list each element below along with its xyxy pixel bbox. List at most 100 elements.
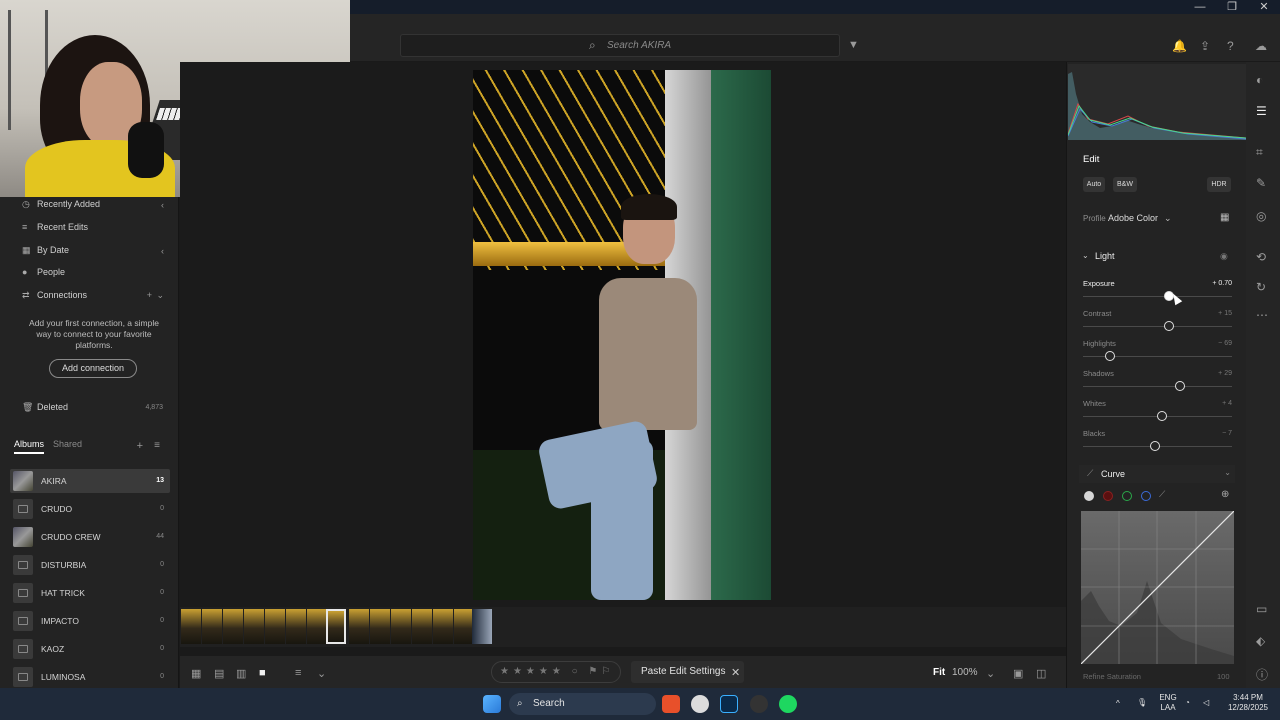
filmstrip-thumb[interactable]: [181, 609, 201, 644]
album-row[interactable]: HAT TRICK 0: [10, 581, 170, 605]
chevron-down-icon[interactable]: ⌄: [1164, 213, 1172, 224]
filmstrip-thumb[interactable]: [307, 609, 327, 644]
filmstrip-thumb[interactable]: [412, 609, 432, 644]
rating-flag-controls[interactable]: ★★★★★ ○ ⚑⚐: [491, 661, 621, 683]
add-connection-button[interactable]: Add connection: [49, 359, 137, 378]
square-grid-icon[interactable]: ▦: [191, 667, 201, 680]
sort-icon[interactable]: ≡: [295, 667, 301, 679]
slider-value[interactable]: + 0.70: [1212, 280, 1232, 287]
chevron-down-icon[interactable]: ⌄: [1224, 468, 1231, 477]
album-row[interactable]: LUMINOSA 0: [10, 665, 170, 689]
plus-icon[interactable]: +: [147, 290, 152, 300]
filmstrip-thumb[interactable]: [433, 609, 453, 644]
slider-handle[interactable]: [1164, 321, 1175, 331]
album-row[interactable]: KAOZ 0: [10, 637, 170, 661]
slider-handle[interactable]: [1104, 351, 1115, 361]
chevron-down-icon[interactable]: ⌄: [1082, 251, 1089, 260]
tone-curve-graph[interactable]: [1081, 511, 1234, 664]
chevron-left-icon[interactable]: ‹: [161, 246, 164, 256]
obs-icon[interactable]: [750, 695, 768, 713]
paste-edit-settings-button[interactable]: Paste Edit Settings: [631, 661, 744, 683]
notifications-icon[interactable]: 🔔: [1172, 39, 1187, 53]
slider-handle[interactable]: [1174, 381, 1185, 391]
album-row[interactable]: IMPACTO 0: [10, 609, 170, 633]
filmstrip-thumb[interactable]: [244, 609, 264, 644]
compare-icon[interactable]: ▥: [236, 667, 246, 680]
channel-red[interactable]: [1103, 491, 1113, 501]
taskbar-search[interactable]: ⌕ Search: [509, 693, 656, 715]
slider-track[interactable]: [1083, 296, 1232, 297]
filmstrip-thumb[interactable]: [265, 609, 285, 644]
minimize-button[interactable]: —: [1184, 0, 1216, 14]
filmstrip-thumb[interactable]: [454, 609, 474, 644]
slider-track[interactable]: [1083, 386, 1232, 387]
slider-value[interactable]: − 69: [1218, 340, 1232, 347]
edit-sliders-icon[interactable]: ☰: [1256, 104, 1267, 118]
channel-blue[interactable]: [1141, 491, 1151, 501]
auto-button[interactable]: Auto: [1083, 177, 1105, 192]
tab-shared[interactable]: Shared: [53, 439, 82, 449]
crop-icon[interactable]: ⌗: [1256, 145, 1263, 160]
tab-albums[interactable]: Albums: [14, 439, 45, 454]
album-row[interactable]: CRUDO 0: [10, 497, 170, 521]
album-row[interactable]: CRUDO CREW 44: [10, 525, 170, 549]
channel-green[interactable]: [1122, 491, 1132, 501]
close-button[interactable]: ✕: [1248, 0, 1280, 14]
windows-start-icon[interactable]: [483, 695, 501, 713]
profile-select[interactable]: Adobe Color: [1108, 213, 1158, 223]
hdr-button[interactable]: HDR: [1207, 177, 1231, 192]
nav-by-date[interactable]: ▦ By Date: [22, 245, 69, 259]
album-row[interactable]: DISTURBIA 0: [10, 553, 170, 577]
chevron-down-icon[interactable]: ⌄: [317, 667, 326, 680]
network-icon[interactable]: ◔: [1185, 698, 1190, 708]
nav-people[interactable]: ● People: [22, 267, 65, 281]
brave-browser-icon[interactable]: [662, 695, 680, 713]
slider-handle[interactable]: [1149, 441, 1160, 451]
close-icon[interactable]: ✕: [731, 666, 740, 679]
microphone-icon[interactable]: 🎙: [1137, 698, 1147, 708]
add-album-icon[interactable]: +: [137, 440, 143, 452]
healing-icon[interactable]: ✎: [1256, 176, 1266, 190]
fit-zoom-button[interactable]: Fit: [933, 667, 945, 678]
spotify-icon[interactable]: [779, 695, 797, 713]
search-input[interactable]: ⌕ Search AKIRA: [400, 34, 840, 57]
curve-section-header[interactable]: Curve: [1101, 469, 1125, 479]
keywords-icon[interactable]: ⬖: [1256, 634, 1265, 648]
share-icon[interactable]: ⇪: [1200, 39, 1210, 53]
detail-view-icon[interactable]: ■: [259, 667, 266, 679]
photo-grid-icon[interactable]: ▤: [214, 667, 224, 680]
versions-icon[interactable]: ↻: [1256, 280, 1266, 294]
slider-track[interactable]: [1083, 326, 1232, 327]
sort-icon[interactable]: ≡: [154, 440, 160, 451]
light-section-header[interactable]: Light: [1095, 251, 1115, 261]
filmstrip-thumb[interactable]: [286, 609, 306, 644]
parametric-curve-icon[interactable]: ⟋: [1159, 489, 1165, 500]
masking-icon[interactable]: ◎: [1256, 209, 1266, 223]
info-icon[interactable]: ⓘ: [1256, 666, 1268, 683]
filmstrip-thumb[interactable]: [202, 609, 222, 644]
lightroom-taskbar-icon[interactable]: [720, 695, 738, 713]
nav-recently-added[interactable]: ◷ Recently Added: [22, 199, 100, 213]
before-after-icon[interactable]: ◫: [1036, 667, 1046, 680]
presets-icon[interactable]: ◐: [1256, 73, 1263, 87]
nav-deleted[interactable]: 🗑 Deleted: [22, 402, 68, 416]
filmstrip-thumb[interactable]: [223, 609, 243, 644]
slider-handle[interactable]: [1156, 411, 1167, 421]
language-indicator[interactable]: ENG LAA: [1158, 693, 1178, 713]
slider-value[interactable]: + 15: [1218, 310, 1232, 317]
chevron-down-icon[interactable]: ⌄: [986, 667, 995, 680]
album-row[interactable]: AKIRA 13: [10, 469, 170, 493]
tray-chevron-up-icon[interactable]: ^: [1116, 699, 1120, 709]
profile-browser-icon[interactable]: ▦: [1220, 212, 1229, 223]
nav-connections[interactable]: ⇄ Connections: [22, 290, 87, 304]
filmstrip-toggle-icon[interactable]: ▣: [1013, 667, 1023, 680]
bw-button[interactable]: B&W: [1113, 177, 1137, 192]
more-options-icon[interactable]: ⋯: [1256, 308, 1268, 322]
main-photo[interactable]: [473, 70, 771, 600]
visibility-eye-icon[interactable]: ◉: [1220, 251, 1228, 262]
filter-icon[interactable]: ▼: [848, 39, 859, 51]
cloud-sync-icon[interactable]: ☁: [1255, 39, 1267, 53]
restore-button[interactable]: ❐: [1216, 0, 1248, 14]
slider-value[interactable]: + 4: [1222, 400, 1232, 407]
chevron-left-icon[interactable]: ‹: [161, 200, 164, 210]
